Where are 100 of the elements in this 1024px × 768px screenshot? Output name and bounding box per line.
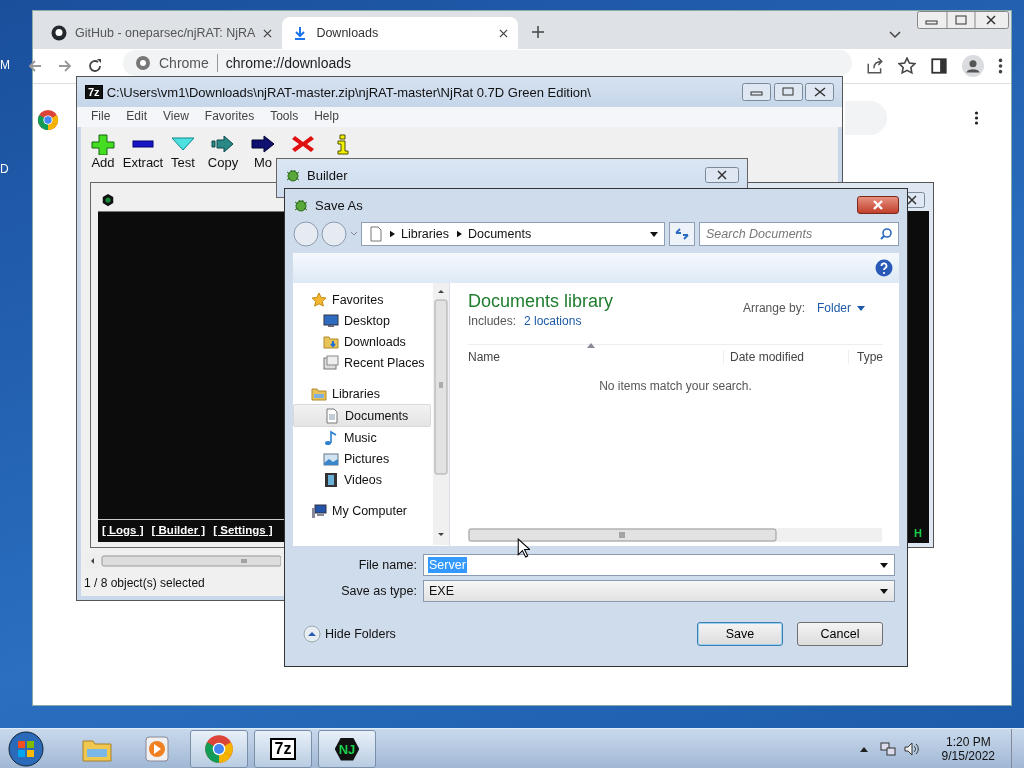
reload-icon[interactable] [87,58,103,74]
nav-item[interactable]: Pictures [293,448,433,469]
picture-icon [323,450,339,467]
hide-folders-button[interactable]: Hide Folders [303,625,396,643]
breadcrumb-item[interactable]: Documents [467,227,532,241]
breadcrumb-item[interactable]: Libraries [401,227,449,241]
share-icon[interactable] [866,57,884,75]
chevron-up-icon[interactable] [859,746,868,752]
chrome-logo-icon [204,734,234,764]
arrow-right-icon [249,133,277,155]
toolbar-button[interactable]: Test [165,133,201,170]
includes-label: Includes: [468,314,516,328]
address-bar[interactable]: Chrome chrome://downloads [123,50,852,76]
search-field[interactable]: Search Documents [699,222,899,246]
caret-icon[interactable] [880,588,888,594]
close-icon[interactable] [263,28,273,38]
dialog-button[interactable]: Cancel [797,622,883,646]
app-logo: 7z [85,85,103,99]
empty-message: No items match your search. [598,379,753,393]
window-controls[interactable] [917,11,1009,29]
menu-item[interactable]: File [91,109,111,125]
nav-link[interactable]: [ Builder ] [151,524,206,536]
caret-icon [857,305,865,311]
start-button[interactable] [8,731,44,767]
arrange-dropdown[interactable]: Folder [817,301,865,315]
taskbar-button[interactable]: 7z [254,730,312,768]
status-text: 1 / 8 object(s) selected [84,576,205,590]
forward-icon[interactable] [57,58,73,74]
folder-icon [311,385,327,402]
side-panel-icon[interactable] [930,57,948,75]
breadcrumb-arrow-icon [456,230,462,238]
toolbar-button[interactable]: Extract [125,133,161,170]
address-bar[interactable]: Libraries Documents [361,222,665,246]
menu-icon[interactable] [974,110,979,126]
column-header[interactable]: Type [848,350,883,364]
menu-icon[interactable] [998,57,1003,75]
browser-tab[interactable]: GitHub - oneparsec/njRAT: NjRA [41,17,283,49]
dialog-button[interactable]: Save [697,622,783,646]
column-header[interactable]: Name [468,350,723,364]
nav-item[interactable]: Videos [293,469,433,490]
toolbar-button[interactable]: Copy [205,133,241,170]
scrollbar[interactable] [468,528,882,542]
folder-icon [323,333,339,350]
toolbar-button[interactable]: Mo [245,133,281,170]
chevron-up-icon [303,625,321,643]
window-controls[interactable] [742,83,834,101]
scrollbar[interactable] [433,283,449,545]
menu-item[interactable]: Tools [270,109,299,125]
nav-link[interactable]: [ Settings ] [213,524,273,536]
avatar-icon[interactable] [962,55,984,77]
window-title: Save As [315,197,364,213]
recent-places-icon [323,354,339,371]
speaker-icon[interactable] [903,741,920,757]
toolbar-button[interactable]: Add [85,133,121,170]
nav-item[interactable]: Documents [293,404,431,427]
bug-icon [293,197,309,213]
taskbar-button[interactable] [190,730,248,768]
nav-link[interactable]: [ Logs ] [102,524,144,536]
computer-icon [311,502,327,519]
menu-item[interactable]: View [163,109,189,125]
desktop-icon-label[interactable]: M [0,58,10,72]
menu-item[interactable]: Edit [126,109,148,125]
nav-item[interactable]: Desktop [293,310,433,331]
taskbar-button[interactable]: NJ [318,730,376,768]
locations-link[interactable]: 2 locations [524,314,582,328]
back-icon[interactable] [27,58,43,74]
nav-item[interactable]: My Computer [293,500,433,521]
library-title: Documents library [468,291,614,312]
plus-icon [89,133,117,155]
plus-icon[interactable] [532,26,545,38]
nav-item[interactable]: Favorites [293,289,433,310]
caret-icon[interactable] [880,562,888,568]
nav-item[interactable]: Music [293,427,433,448]
file-type-dropdown[interactable]: EXE [423,580,895,602]
star-icon [311,291,327,308]
column-header[interactable]: Date modified [723,350,848,364]
menu-item[interactable]: Help [314,109,339,125]
refresh-button[interactable] [669,222,695,246]
film-icon [323,471,339,488]
close-icon[interactable] [705,167,739,183]
nav-item[interactable]: Recent Places [293,352,433,373]
caret-icon[interactable] [650,231,658,237]
help-icon[interactable] [875,259,893,277]
chrome-logo-icon [37,109,59,131]
browser-tab[interactable]: Downloads [282,17,519,49]
music-note-icon [323,429,339,446]
close-icon[interactable] [499,28,509,38]
nav-item[interactable]: Libraries [293,383,433,404]
site-info-icon[interactable] [135,55,151,71]
search-icon[interactable] [879,227,893,241]
star-icon[interactable] [898,57,916,75]
nav-item[interactable]: Downloads [293,331,433,352]
chevron-down-icon[interactable] [889,31,901,39]
menu-item[interactable]: Favorites [204,109,255,125]
sort-arrow-icon [587,343,595,348]
field-label: File name: [357,558,417,572]
close-button[interactable] [857,196,899,214]
network-icon[interactable] [879,741,896,757]
desktop-icon-label[interactable]: D [0,162,9,176]
clock[interactable]: 1:20 PM 9/15/2022 [941,735,995,763]
